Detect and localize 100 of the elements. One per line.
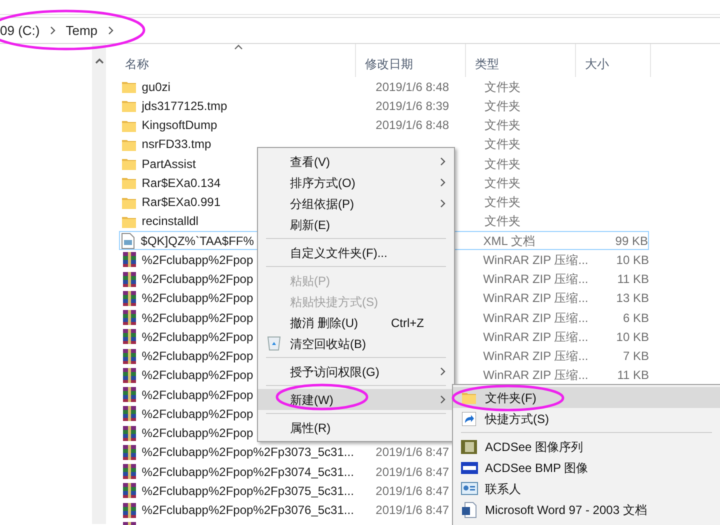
file-name: %2Fclubapp%2Fpop [142, 426, 254, 440]
menu-item[interactable]: 查看(V) [258, 151, 454, 172]
file-type: 文件夹 [484, 176, 520, 190]
file-name: %2Fclubapp%2Fpop [142, 291, 254, 306]
modified-date: 2019/1/6 8:47 [376, 503, 450, 518]
file-size: 13 KB [616, 291, 649, 306]
archive-icon [121, 348, 138, 364]
folder-icon [121, 99, 138, 112]
file-name: nsrFD33.tmp [142, 137, 212, 152]
file-size: 99 KB [615, 234, 648, 248]
file-type: 文件夹 [484, 195, 520, 210]
file-name: %2Fclubapp%2Fpop [142, 252, 254, 267]
file-name: %2Fclubapp%2Fpop [142, 406, 254, 421]
file-type: WinRAR ZIP 压缩... [483, 310, 588, 325]
file-name: $QK]QZ%`TAA$FF% [140, 234, 254, 248]
folder-icon [121, 214, 138, 228]
file-name: %2Fclubapp%2Fpop%2Fp3076_5c31... [142, 503, 354, 518]
file-type: WinRAR ZIP 压缩... [483, 252, 588, 267]
archive-icon [121, 290, 138, 306]
file-type: 文件夹 [484, 80, 520, 94]
file-name: jds3177125.tmp [142, 98, 228, 113]
menu-item[interactable]: 清空回收站(B) [258, 333, 454, 354]
menu-item[interactable]: 排序方式(O) [258, 172, 454, 193]
breadcrumb[interactable]: Temp [66, 20, 98, 40]
word-icon [462, 502, 476, 518]
file-type: 文件夹 [484, 118, 520, 132]
contact-icon [460, 482, 478, 495]
archive-icon [121, 464, 138, 480]
modified-date: 2019/1/6 8:47 [376, 445, 450, 460]
menu-item[interactable]: 撤消 删除(U) Ctrl+Z [258, 312, 454, 333]
menu-item[interactable]: ACDSee 图像序列 [453, 436, 720, 457]
chevron-icon [50, 26, 56, 35]
archive-icon [121, 329, 138, 344]
file-size: 11 KB [617, 368, 649, 382]
column-header[interactable]: 修改日期 [356, 44, 466, 77]
folder-icon [121, 196, 138, 209]
file-name: %2Fclubapp%2Fpop [142, 330, 254, 344]
file-name: %2Fclubapp%2Fpop%2Fp3073_5c31... [142, 445, 354, 460]
file-name: KingsoftDump [142, 118, 218, 132]
folder-icon [121, 118, 138, 132]
menu-item[interactable]: 自定义文件夹(F)... [258, 242, 454, 263]
bmp-icon [460, 462, 478, 474]
file-size: 7 KB [622, 349, 649, 364]
shortcut-label: Ctrl+Z [391, 314, 424, 332]
archive-icon [121, 502, 138, 518]
document-icon [120, 232, 137, 249]
file-name: %2Fclubapp%2Fpop [142, 388, 254, 402]
file-name: %2Fclubapp%2Fpop [142, 349, 254, 364]
file-type: WinRAR ZIP 压缩... [483, 330, 588, 344]
scroll-up-icon[interactable] [94, 58, 104, 64]
folder-icon [462, 391, 476, 404]
menu-item[interactable]: 属性(R) [258, 417, 454, 438]
archive-icon [121, 272, 138, 287]
file-name: %2Fclubapp%2Fpop%2Fp3074_5c31... [142, 464, 354, 479]
column-header[interactable]: 大小 [576, 44, 651, 77]
file-type: 文件夹 [484, 156, 520, 171]
menu-item[interactable]: 刷新(E) [258, 214, 454, 235]
folder-icon [121, 138, 138, 151]
menu-item[interactable]: 分组依据(P) [258, 193, 454, 214]
file-size: 10 KB [616, 330, 649, 344]
menu-item[interactable]: ACDSee BMP 图像 [453, 457, 720, 478]
file-name: Rar$EXa0.134 [142, 176, 220, 190]
archive-icon [121, 406, 138, 422]
menu-item[interactable]: 联系人 [453, 478, 720, 499]
column-header[interactable]: 名称 [106, 44, 356, 77]
modified-date: 2019/1/6 8:48 [376, 80, 450, 94]
file-name: gu0zi [142, 80, 170, 94]
folder-icon [121, 176, 138, 190]
recycle-bin-icon [267, 336, 281, 351]
archive-icon [121, 426, 138, 441]
file-size: 10 KB [616, 252, 649, 267]
file-name: PartAssist [142, 156, 196, 171]
archive-icon [121, 387, 138, 402]
modified-date: 2019/1/6 8:47 [376, 484, 450, 498]
column-header[interactable]: 类型 [466, 44, 576, 77]
file-name: recinstalldl [142, 214, 198, 228]
breadcrumb[interactable]: 09 (C:) [0, 20, 40, 40]
file-name: Rar$EXa0.991 [142, 195, 220, 210]
menu-item[interactable]: 新建(W) [258, 389, 454, 410]
file-type: WinRAR ZIP 压缩... [483, 349, 588, 364]
menu-item[interactable]: 快捷方式(S) [453, 408, 720, 429]
folder-icon [121, 80, 138, 94]
folder-icon [121, 157, 138, 170]
file-size: 6 KB [622, 310, 649, 325]
archive-icon [121, 483, 138, 498]
file-type: 文件夹 [484, 98, 520, 113]
file-type: WinRAR ZIP 压缩... [483, 368, 588, 382]
archive-icon [121, 252, 138, 268]
file-name: %2Fclubapp%2Fpop [142, 310, 254, 325]
file-type: 文件夹 [484, 137, 520, 152]
file-type: WinRAR ZIP 压缩... [483, 291, 588, 306]
filmstrip-icon [461, 440, 477, 454]
shortcut-icon [462, 412, 476, 426]
menu-item[interactable]: Microsoft Word 97 - 2003 文档 [453, 499, 720, 520]
archive-icon [121, 310, 138, 326]
archive-icon [121, 444, 138, 460]
menu-item[interactable]: 授予访问权限(G) [258, 361, 454, 382]
menu-item[interactable]: 文件夹(F) [453, 387, 720, 408]
archive-icon [121, 368, 138, 383]
file-type: WinRAR ZIP 压缩... [483, 272, 588, 286]
